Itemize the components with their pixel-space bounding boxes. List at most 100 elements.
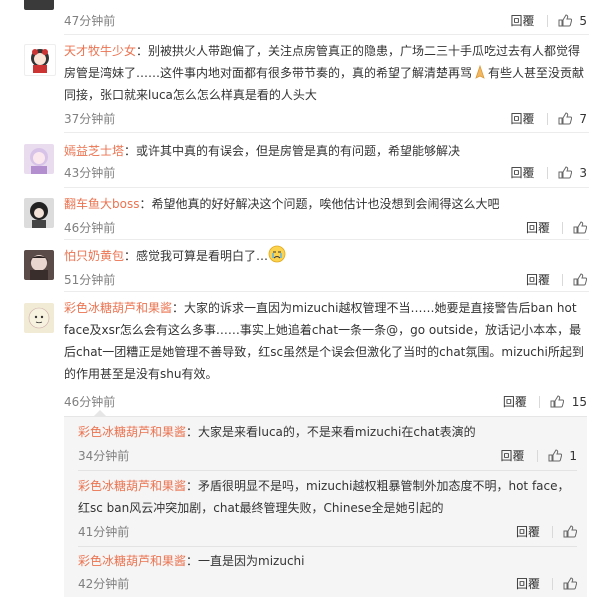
divider (78, 546, 577, 547)
like-button[interactable]: 7 (558, 112, 587, 126)
timestamp: 46分钟前 (64, 395, 116, 409)
reply-meta: 34分钟前 回覆 1 (78, 447, 577, 465)
comment-text: 翻车鱼大boss：希望他真的好好解决这个问题，唉他估计也没想到会闹得这么大吧 (64, 193, 587, 215)
reply-button[interactable]: 回覆 (524, 271, 552, 288)
comment-actions: 回覆 (524, 219, 587, 236)
divider (552, 577, 553, 590)
comment-actions: 回覆 3 (509, 164, 587, 181)
comment-item: 翻车鱼大boss：希望他真的好好解决这个问题，唉他估计也没想到会闹得这么大吧 4… (0, 187, 599, 237)
thumbs-up-icon (563, 576, 577, 589)
like-button[interactable] (573, 272, 587, 287)
avatar[interactable] (24, 303, 54, 333)
like-button[interactable] (563, 576, 577, 591)
comment-item: 嫣益芝士塔：或许其中真的有误会，但是房管是真的有问题，希望能够解决 43分钟前 … (0, 132, 599, 184)
reply-box-arrow (94, 410, 106, 416)
thumbs-up-icon (550, 394, 564, 407)
comment-meta: 43分钟前 回覆 3 (64, 164, 587, 182)
divider (546, 112, 548, 125)
timestamp: 43分钟前 (64, 166, 116, 180)
reply-button[interactable]: 回覆 (509, 164, 537, 181)
reply-actions: 回覆 (514, 523, 577, 540)
timestamp: 41分钟前 (78, 525, 130, 539)
divider (562, 221, 563, 234)
reply-button[interactable]: 回覆 (499, 447, 527, 464)
reply-button[interactable]: 回覆 (509, 12, 537, 29)
comment-body: ：希望他真的好好解决这个问题，唉他估计也没想到会闹得这么大吧 (139, 197, 500, 211)
comment-meta: 47分钟前 回覆 5 (64, 12, 587, 30)
like-count: 15 (571, 394, 587, 409)
username-link[interactable]: 彩色冰糖葫芦和果酱 (78, 425, 186, 439)
reply-button[interactable]: 回覆 (514, 523, 542, 540)
reply-actions: 回覆 (514, 575, 577, 592)
divider (78, 470, 577, 471)
reply-meta: 41分钟前 回覆 (78, 523, 577, 541)
like-button[interactable]: 1 (548, 449, 577, 463)
comment-meta: 46分钟前 回覆 15 (64, 393, 587, 411)
thumbs-up-icon (563, 524, 577, 537)
comment-body: ：感觉我可算是看明白了… (124, 249, 269, 263)
like-count: 1 (569, 448, 577, 463)
timestamp: 34分钟前 (78, 449, 130, 463)
divider (546, 166, 548, 179)
divider (538, 395, 540, 408)
reply-body: ：大家是来看luca的，不是来看mizuchi在chat表演的 (186, 425, 476, 439)
timestamp: 51分钟前 (64, 273, 116, 287)
like-button[interactable] (563, 524, 577, 539)
avatar[interactable] (24, 250, 54, 280)
reply-button[interactable]: 回覆 (501, 393, 529, 410)
username-link[interactable]: 天才牧牛少女 (64, 44, 136, 58)
comment-actions: 回覆 (524, 271, 587, 288)
crying-face-emoji-icon (268, 245, 286, 263)
avatar[interactable] (24, 0, 54, 10)
reply-text: 彩色冰糖葫芦和果酱：大家是来看luca的，不是来看mizuchi在chat表演的 (78, 421, 577, 443)
reply-button[interactable]: 回覆 (524, 219, 552, 236)
avatar[interactable] (24, 144, 54, 174)
divider (562, 273, 563, 286)
avatar[interactable] (24, 44, 56, 76)
replies-container: 彩色冰糖葫芦和果酱：大家是来看luca的，不是来看mizuchi在chat表演的… (64, 410, 587, 597)
reply-button[interactable]: 回覆 (514, 575, 542, 592)
thumbs-up-icon (558, 13, 572, 26)
timestamp: 47分钟前 (64, 14, 116, 28)
comment-item: 47分钟前 回覆 5 (0, 0, 599, 34)
comment-actions: 回覆 5 (509, 12, 587, 29)
username-link[interactable]: 怕只奶黄包 (64, 249, 124, 263)
comment-text: 嫣益芝士塔：或许其中真的有误会，但是房管是真的有问题，希望能够解决 (64, 140, 587, 162)
comment-actions: 回覆 15 (501, 393, 587, 410)
timestamp: 46分钟前 (64, 221, 116, 235)
like-button[interactable]: 5 (558, 14, 587, 28)
timestamp: 37分钟前 (64, 112, 116, 126)
username-link[interactable]: 翻车鱼大boss (64, 197, 139, 211)
like-count: 5 (579, 13, 587, 28)
reply-text: 彩色冰糖葫芦和果酱：矛盾很明显不是吗，mizuchi越权粗暴管制外加态度不明，h… (78, 475, 577, 519)
divider (552, 525, 553, 538)
timestamp: 42分钟前 (78, 577, 130, 591)
comment-text: 天才牧牛少女：别被拱火人带跑偏了，关注点房管真正的隐患，广场二三十手瓜吃过去有人… (64, 40, 587, 106)
comment-meta: 51分钟前 回覆 (64, 271, 587, 289)
reply-button[interactable]: 回覆 (509, 110, 537, 127)
like-count: 7 (579, 111, 587, 126)
username-link[interactable]: 嫣益芝士塔 (64, 144, 124, 158)
comment-meta: 37分钟前 回覆 7 (64, 110, 587, 128)
comment-text: 彩色冰糖葫芦和果酱：大家的诉求一直因为mizuchi越权管理不当……她要是直接警… (64, 297, 587, 385)
reply-body: ：一直是因为mizuchi (186, 554, 305, 568)
username-link[interactable]: 彩色冰糖葫芦和果酱 (78, 479, 186, 493)
comment-text: 怕只奶黄包：感觉我可算是看明白了… (64, 245, 587, 267)
like-button[interactable] (573, 220, 587, 235)
username-link[interactable]: 彩色冰糖葫芦和果酱 (64, 301, 172, 315)
praying-hands-emoji-icon (472, 64, 488, 80)
comment-item: 天才牧牛少女：别被拱火人带跑偏了，关注点房管真正的隐患，广场二三十手瓜吃过去有人… (0, 34, 599, 132)
reply-meta: 42分钟前 回覆 (78, 575, 577, 593)
thumbs-up-icon (558, 165, 572, 178)
like-button[interactable]: 3 (558, 166, 587, 180)
like-button[interactable]: 15 (550, 395, 587, 409)
reply-text: 彩色冰糖葫芦和果酱：一直是因为mizuchi (78, 550, 577, 572)
thumbs-up-icon (558, 111, 572, 124)
thumbs-up-icon (548, 448, 562, 461)
divider (536, 449, 538, 462)
thumbs-up-icon (573, 220, 587, 233)
username-link[interactable]: 彩色冰糖葫芦和果酱 (78, 554, 186, 568)
avatar[interactable] (24, 198, 54, 228)
thumbs-up-icon (573, 272, 587, 285)
comment-item: 怕只奶黄包：感觉我可算是看明白了… 51分钟前 回覆 (0, 239, 599, 291)
